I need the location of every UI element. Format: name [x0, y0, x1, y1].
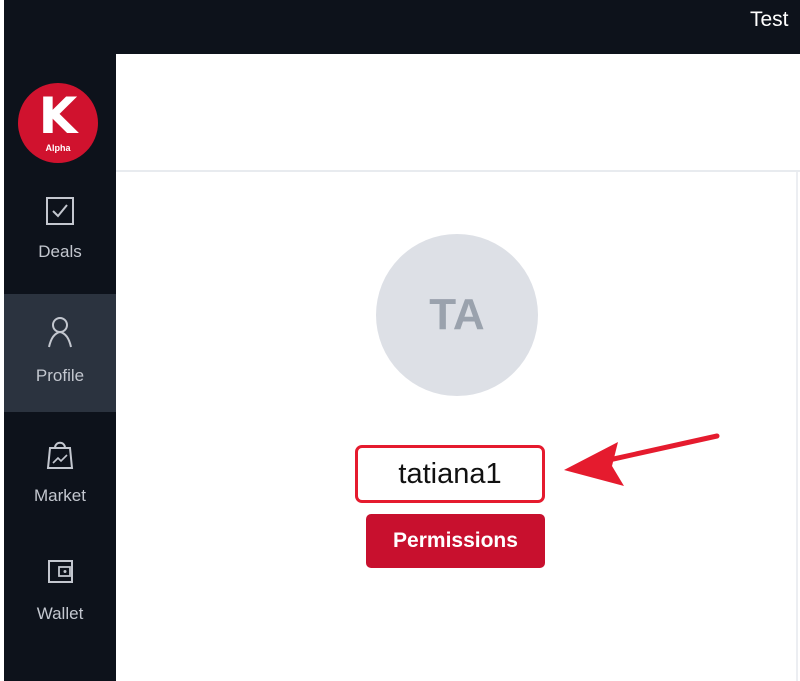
person-icon	[48, 317, 72, 348]
sidebar-item-label: Deals	[38, 242, 82, 261]
checkbox-icon	[46, 197, 74, 225]
sidebar: K Alpha Deals Profile Market Wallet	[4, 54, 116, 681]
username-highlight: tatiana1	[355, 445, 545, 503]
window-title: Test	[750, 8, 789, 31]
sidebar-item-label: Market	[34, 486, 86, 505]
wallet-icon	[48, 560, 73, 583]
sidebar-item-label: Wallet	[36, 604, 84, 623]
sidebar-item-profile[interactable]: Profile	[4, 294, 116, 412]
annotation-arrow-icon	[564, 433, 720, 486]
content-header	[116, 54, 800, 172]
sidebar-item-market[interactable]: Market	[4, 412, 116, 530]
logo-letter: K	[38, 87, 78, 145]
panel-divider	[796, 172, 798, 681]
sidebar-item-wallet[interactable]: Wallet	[4, 530, 116, 648]
sidebar-item-deals[interactable]: Deals	[4, 176, 116, 294]
top-bar: Test	[0, 0, 800, 54]
permissions-button[interactable]: Permissions	[366, 514, 545, 568]
app-logo[interactable]: K Alpha	[18, 83, 98, 163]
username: tatiana1	[398, 458, 502, 490]
logo-tagline: Alpha	[45, 143, 71, 153]
avatar: TA	[376, 234, 538, 396]
sidebar-item-label: Profile	[35, 366, 85, 385]
shopping-bag-icon	[46, 441, 74, 469]
app-window: Test K Alpha Deals Profile Market Wallet…	[0, 0, 800, 681]
